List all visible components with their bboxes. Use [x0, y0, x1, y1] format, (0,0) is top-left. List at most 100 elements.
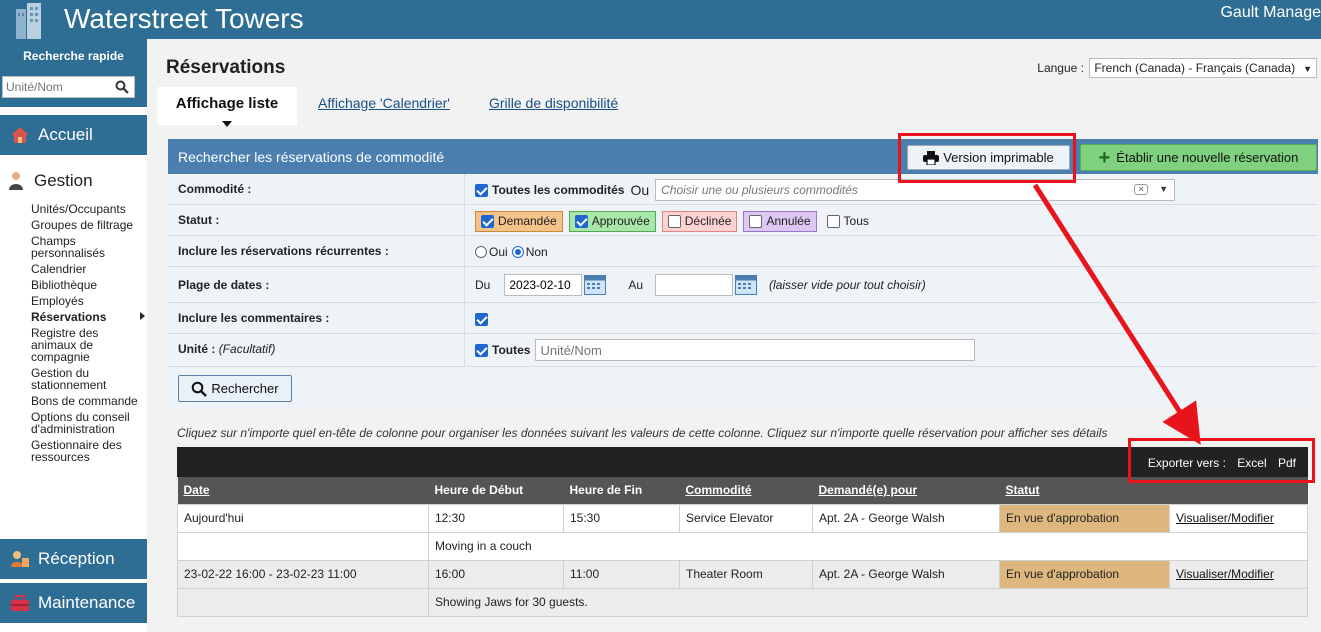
row-status: Statut : Demandée Approuvée Déclinée Ann…: [168, 205, 1318, 236]
submenu-item[interactable]: Employés: [31, 295, 143, 307]
recurring-yes-radio[interactable]: [475, 246, 487, 258]
print-version-label: Version imprimable: [943, 150, 1054, 165]
chevron-down-icon[interactable]: ▼: [1159, 184, 1168, 194]
status-approved-chip[interactable]: Approuvée: [568, 210, 656, 232]
page-title: Réservations: [166, 57, 286, 78]
submenu-item[interactable]: Gestionnaire des ressources: [31, 439, 143, 463]
tab-disponibilite[interactable]: Grille de disponibilité: [475, 87, 632, 123]
nav-gestion[interactable]: Gestion: [0, 163, 147, 199]
col-header-amenity[interactable]: Commodité: [679, 477, 813, 504]
tab-liste-label: Affichage liste: [175, 95, 279, 112]
status-all-checkbox[interactable]: [826, 214, 840, 228]
home-icon: [11, 127, 29, 143]
col-header-requested-for[interactable]: Demandé(e) pour: [812, 477, 1000, 504]
cell-end: 11:00: [563, 559, 680, 589]
search-panel: Rechercher les réservations de commodité…: [168, 139, 1318, 409]
search-icon[interactable]: [115, 80, 129, 94]
tab-liste[interactable]: Affichage liste: [157, 87, 297, 127]
results-table-wrap: Exporter vers : Excel Pdf Date Heure de …: [177, 447, 1308, 617]
status-cancelled-label: Annulée: [766, 214, 811, 228]
divider: [464, 267, 465, 303]
export-excel-link[interactable]: Excel: [1237, 456, 1266, 470]
site-title[interactable]: Waterstreet Towers: [64, 2, 304, 36]
date-range-label: Plage de dates :: [178, 278, 270, 292]
date-from-input[interactable]: [504, 274, 583, 296]
unit-all-checkbox[interactable]: [475, 343, 488, 357]
new-reservation-button[interactable]: + Établir une nouvelle réservation: [1080, 144, 1317, 171]
cell-requested-for: Apt. 2A - George Walsh: [812, 559, 1000, 589]
submenu-item[interactable]: Champs personnalisés: [31, 235, 143, 259]
col-header-action: [1169, 477, 1308, 504]
col-header-date[interactable]: Date: [177, 477, 429, 504]
language-select[interactable]: French (Canada) - Français (Canada) ▼: [1089, 58, 1317, 78]
table-row[interactable]: Aujourd'hui 12:30 15:30 Service Elevator…: [177, 503, 1308, 533]
print-version-button[interactable]: Version imprimable: [907, 145, 1070, 170]
submenu-item[interactable]: Registre des animaux de compagnie: [31, 327, 143, 363]
amenity-multiselect[interactable]: Choisir une ou plusieurs commodités ✕ ▼: [655, 179, 1176, 201]
amenity-placeholder: Choisir une ou plusieurs commodités: [661, 183, 858, 197]
view-edit-link[interactable]: Visualiser/Modifier: [1176, 511, 1274, 525]
status-cancelled-checkbox[interactable]: [749, 214, 763, 228]
status-declined-chip[interactable]: Déclinée: [661, 210, 738, 232]
status-all-label: Tous: [843, 214, 869, 228]
unit-value: Toutes: [475, 339, 976, 361]
amenity-all-checkbox[interactable]: [475, 183, 488, 197]
nav-gestion-label: Gestion: [34, 171, 93, 190]
calendar-icon[interactable]: [735, 275, 758, 295]
view-edit-link[interactable]: Visualiser/Modifier: [1176, 567, 1274, 581]
submenu-item[interactable]: Bons de commande: [31, 395, 143, 407]
toolbox-icon: [11, 595, 29, 611]
unit-search-input[interactable]: [535, 339, 976, 361]
cell-amenity: Theater Room: [679, 559, 813, 589]
table-comment-row: Moving in a couch: [177, 531, 1308, 561]
company-name: Gault Manage: [1220, 4, 1321, 21]
divider: [464, 174, 465, 205]
status-requested-chip[interactable]: Demandée: [475, 210, 563, 232]
status-declined-checkbox[interactable]: [667, 214, 681, 228]
nav-accueil[interactable]: Accueil: [0, 115, 147, 155]
search-button[interactable]: Rechercher: [178, 375, 292, 402]
submenu-item[interactable]: Groupes de filtrage: [31, 219, 143, 231]
table-comment-row: Showing Jaws for 30 guests.: [177, 587, 1308, 617]
submenu-item-active-label: Réservations: [31, 310, 107, 324]
status-requested-checkbox[interactable]: [481, 214, 494, 228]
comments-checkbox[interactable]: [475, 312, 488, 326]
col-header-end[interactable]: Heure de Fin: [563, 477, 680, 504]
quick-search-input[interactable]: [3, 77, 107, 97]
submenu-item[interactable]: Options du conseil d'administration: [31, 411, 143, 435]
clear-icon[interactable]: ✕: [1134, 184, 1149, 195]
row-recurring: Inclure les réservations récurrentes : O…: [168, 236, 1318, 267]
col-header-status[interactable]: Statut: [999, 477, 1170, 504]
col-header-start[interactable]: Heure de Début: [428, 477, 564, 504]
cell-start: 12:30: [428, 503, 564, 533]
recurring-yes-label: Oui: [489, 245, 508, 259]
caret-right-icon: [140, 312, 145, 320]
status-approved-label: Approuvée: [591, 214, 650, 228]
submenu-item[interactable]: Calendrier: [31, 263, 143, 275]
tab-calendrier[interactable]: Affichage 'Calendrier': [304, 87, 464, 123]
recurring-no-radio[interactable]: [511, 246, 524, 258]
status-cancelled-chip[interactable]: Annulée: [743, 210, 817, 232]
top-banner: Waterstreet Towers Gault Manage: [0, 0, 1321, 39]
person-icon: [9, 172, 23, 190]
submenu-item[interactable]: Unités/Occupants: [31, 203, 143, 215]
submenu-item[interactable]: Bibliothèque: [31, 279, 143, 291]
quick-search-box: [2, 76, 135, 98]
quick-search: Recherche rapide: [0, 39, 147, 107]
nav-reception[interactable]: Réception: [0, 539, 147, 579]
cell-action: Visualiser/Modifier: [1169, 503, 1308, 533]
calendar-icon[interactable]: [584, 275, 607, 295]
status-approved-checkbox[interactable]: [574, 214, 588, 228]
table-row[interactable]: 23-02-22 16:00 - 23-02-23 11:00 16:00 11…: [177, 559, 1308, 589]
export-pdf-link[interactable]: Pdf: [1278, 456, 1296, 470]
row-comments: Inclure les commentaires :: [168, 303, 1318, 334]
submenu-item[interactable]: Gestion du stationnement: [31, 367, 143, 391]
nav-maintenance[interactable]: Maintenance: [0, 583, 147, 623]
cell-status: En vue d'approbation: [999, 503, 1170, 533]
comments-value: [475, 308, 492, 330]
cell-empty: [177, 531, 429, 561]
date-to-input[interactable]: [655, 274, 734, 296]
submenu-item-active[interactable]: Réservations: [31, 310, 145, 324]
unit-all-label: Toutes: [492, 343, 531, 357]
cell-action: Visualiser/Modifier: [1169, 559, 1308, 589]
